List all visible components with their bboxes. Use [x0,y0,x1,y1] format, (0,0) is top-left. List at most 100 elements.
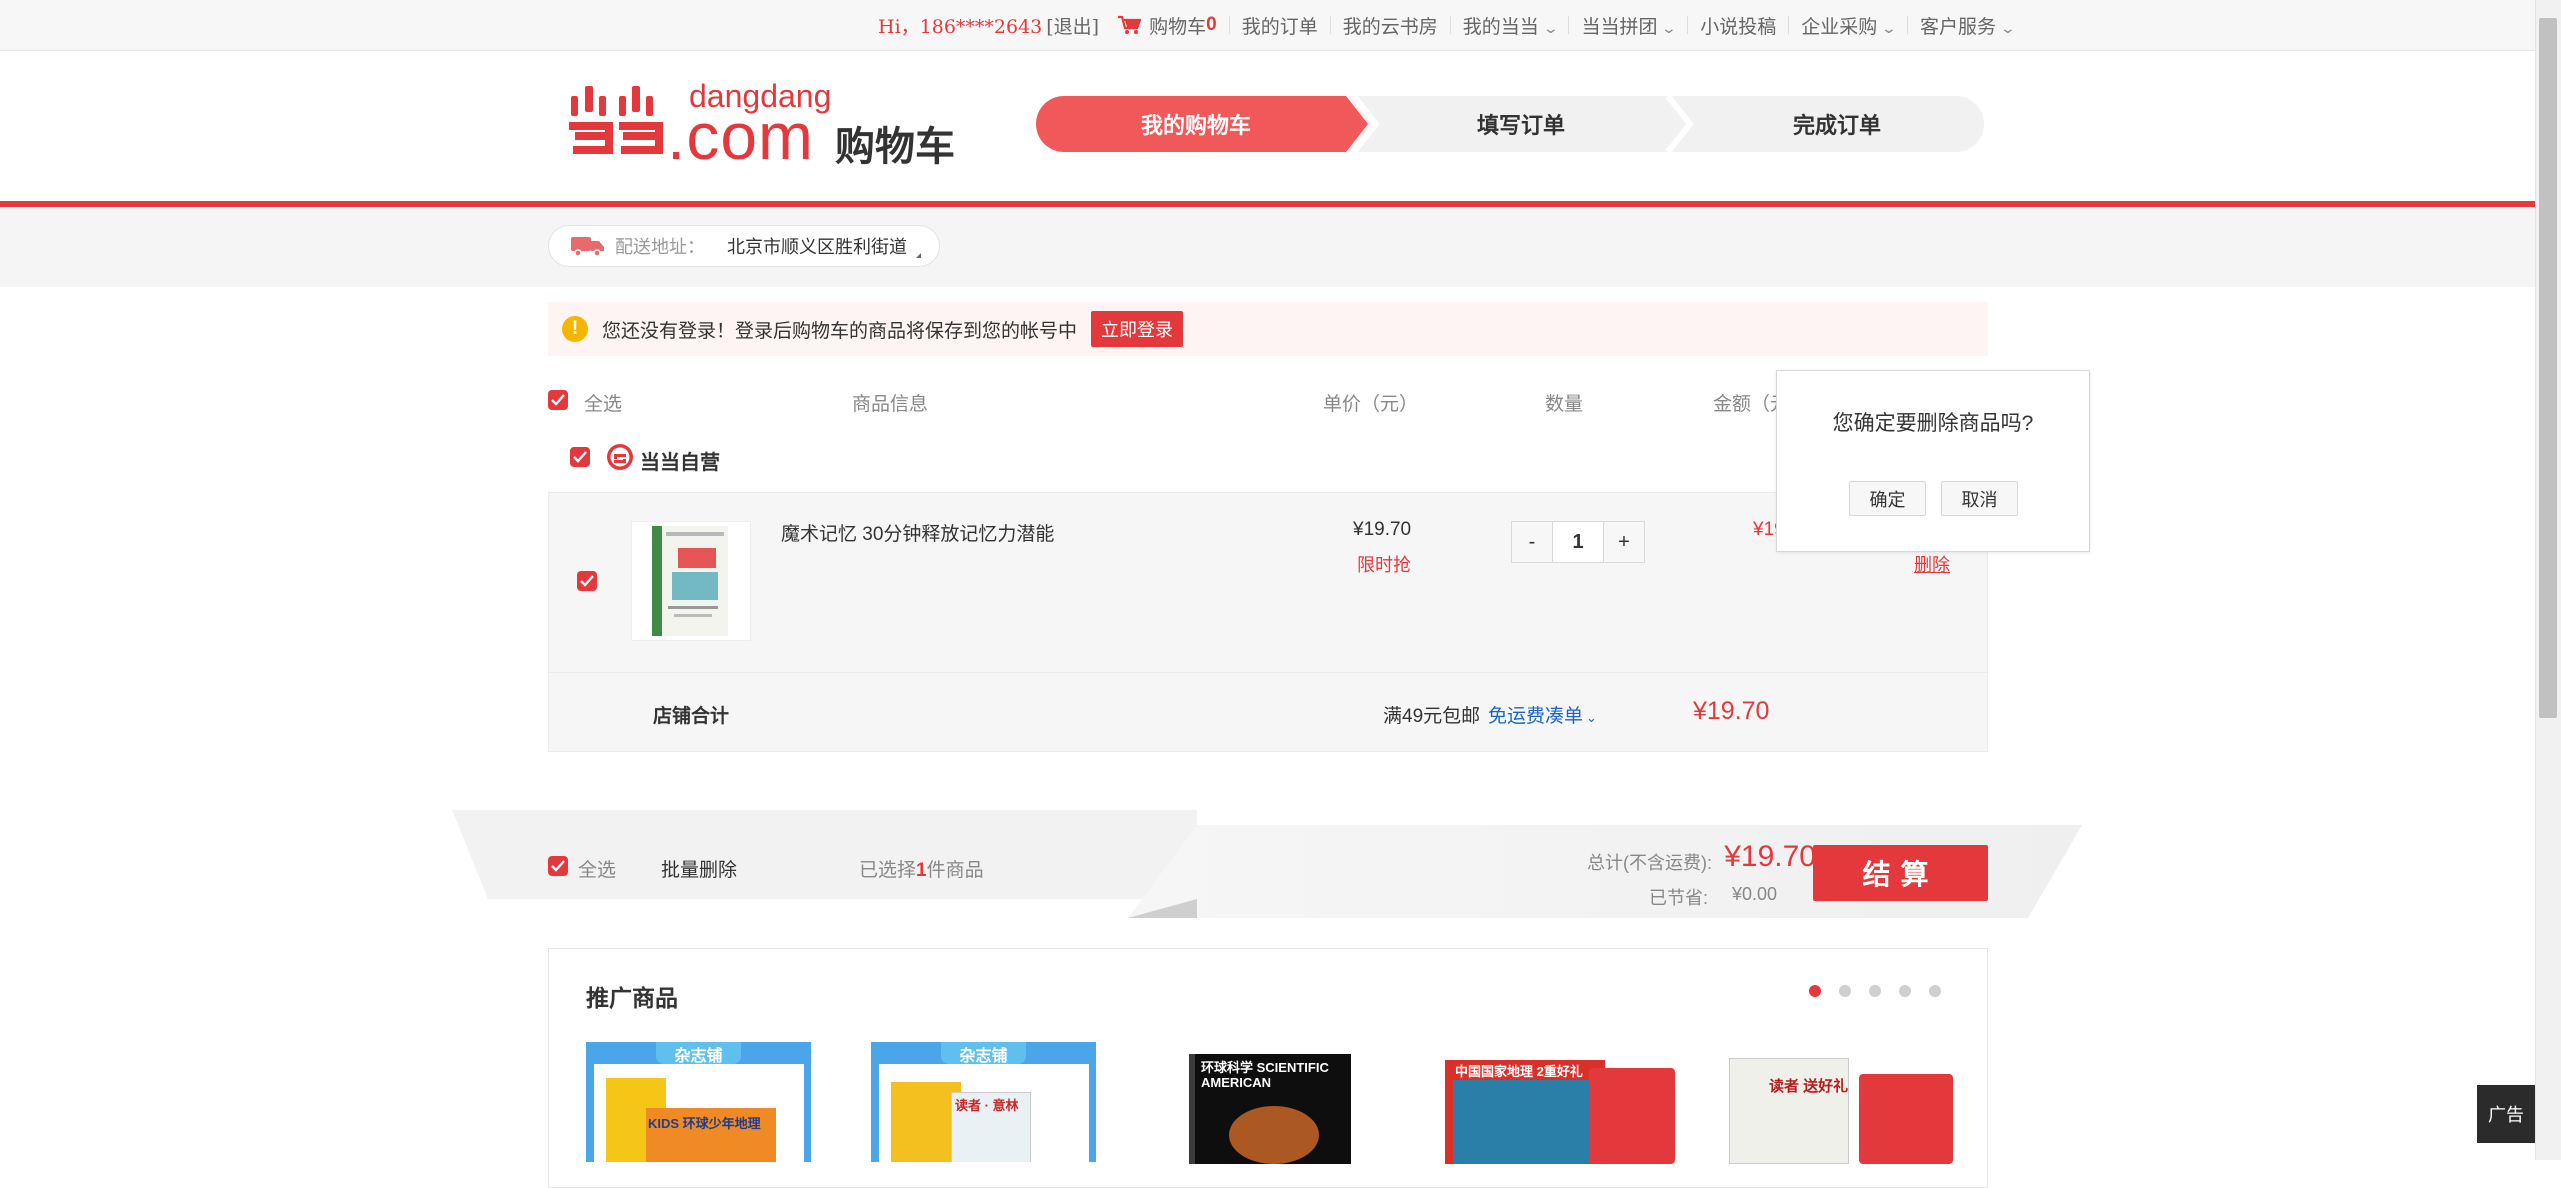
item-thumbnail[interactable] [631,521,751,641]
add-on-items-link[interactable]: 免运费凑单 ⌄ [1488,701,1597,728]
col-quantity: 数量 [1545,394,1584,415]
magazine-spine [1189,1054,1195,1164]
decrease-qty-button[interactable]: - [1511,521,1553,563]
selected-count: 1 [916,860,927,881]
ad-badge[interactable]: 广告 [2477,1085,2535,1143]
cart-label: 购物车 [1149,16,1207,38]
cart-item-row: 魔术记忆 30分钟释放记忆力潜能 ¥19.70 限时抢 - 1 + ¥19.70… [548,492,1988,672]
step-my-cart: 我的购物车 [1140,113,1251,138]
col-unit-price: 单价（元） [1323,394,1419,415]
free-shipping-text: 满49元包邮 [1383,706,1481,727]
promo-cover-text: 中国国家地理 2重好礼 [1455,1064,1583,1079]
top-nav-bar: Hi，186****2643 [退出] 购物车 0 我的订单 我的云书房 我的当当… [0,0,2535,51]
promo-product-2[interactable]: 杂志铺 读者 · 意林 [871,1042,1096,1162]
promo-cover-text: 读者 送好礼 [1769,1078,1849,1095]
cart-icon [1118,15,1142,34]
promo-product-5[interactable]: 读者 送好礼 [1729,1054,1959,1164]
enterprise-menu[interactable]: 企业采购 ⌄ [1801,12,1898,39]
cart-link[interactable]: 购物车 0 [1117,12,1217,39]
my-dangdang-menu[interactable]: 我的当当 ⌄ [1462,12,1559,39]
chevron-down-icon: ⌄ [1542,19,1559,36]
delete-confirm-message: 您确定要删除商品吗? [1832,412,2034,435]
book-cover-image [652,526,728,636]
promo-product-4[interactable]: 中国国家地理 2重好礼 [1445,1054,1675,1164]
my-orders-link[interactable]: 我的订单 [1242,12,1318,39]
item-unit-price: ¥19.70 [1353,519,1412,540]
quantity-input[interactable]: 1 [1553,521,1603,563]
promoted-products-title: 推广商品 [586,985,678,1011]
dangdang-logo[interactable]: dangdang .com 购物车 [567,76,967,173]
login-notice-text: 您还没有登录！登录后购物车的商品将保存到您的帐号中 [602,320,1078,342]
item-checkbox[interactable] [577,571,597,591]
check-icon [551,860,565,872]
address-band [0,207,2535,287]
nav-divider [1228,16,1230,34]
shop-checkbox[interactable] [570,447,590,467]
saved-amount: ¥0.00 [1732,884,1778,904]
cover-graphic [1229,1106,1319,1164]
logout-link[interactable]: [退出] [1046,12,1099,39]
carousel-dot-3[interactable] [1869,985,1881,997]
shop-total-row: 店铺合计 满49元包邮 免运费凑单 ⌄ ¥19.70 [548,672,1988,752]
group-buy-label: 当当拼团 [1581,16,1658,38]
selected-suffix: 件商品 [926,860,984,881]
dangdang-logo-mark [569,86,663,154]
novel-submit-link[interactable]: 小说投稿 [1700,12,1776,39]
nav-divider [1568,16,1570,34]
carousel-dot-5[interactable] [1929,985,1941,997]
user-greeting[interactable]: Hi，186****2643 [878,12,1042,39]
step-fill-order: 填写订单 [1476,113,1565,138]
promo-product-3[interactable]: 环球科学 SCIENTIFIC AMERICAN [1189,1054,1351,1164]
chevron-down-icon: ⌄ [1999,19,2017,36]
col-product-info: 商品信息 [852,394,929,415]
step-complete-order: 完成订单 [1792,113,1881,138]
dropdown-corner-icon [916,253,921,258]
group-buy-menu[interactable]: 当当拼团 ⌄ [1581,12,1677,39]
promo-tag: 杂志铺 [656,1042,741,1065]
cancel-delete-button[interactable]: 取消 [1941,481,2018,516]
login-notice: ! 您还没有登录！登录后购物车的商品将保存到您的帐号中 立即登录 [548,302,1988,356]
cart-count: 0 [1206,14,1217,35]
magazine-cover [1729,1058,1849,1164]
top-nav-links: Hi，186****2643 [退出] 购物车 0 我的订单 我的云书房 我的当当… [878,0,2017,50]
customer-service-menu[interactable]: 客户服务 ⌄ [1920,12,2017,39]
promo-cover-text: 环球科学 SCIENTIFIC AMERICAN [1201,1060,1329,1090]
cloud-bookroom-link[interactable]: 我的云书房 [1343,12,1438,39]
nav-divider [1906,16,1908,34]
my-dangdang-label: 我的当当 [1462,16,1539,38]
logo-com: .com [667,99,815,173]
check-icon [573,451,587,463]
saved-label: 已节省: [1648,888,1708,908]
selected-count-text: 已选择1件商品 [859,855,984,882]
login-now-button[interactable]: 立即登录 [1091,311,1184,347]
promo-product-1[interactable]: 杂志铺 KIDS 环球少年地理 [586,1042,811,1162]
checkout-button[interactable]: 结算 [1813,845,1988,901]
shop-row: 当当自营 [548,437,1988,493]
nav-divider [1687,16,1689,34]
delete-item-link[interactable]: 删除 [1914,551,1950,577]
carousel-dot-1[interactable] [1809,985,1821,997]
shop-total-amount: ¥19.70 [1693,697,1770,725]
scrollbar-thumb[interactable] [2539,18,2557,718]
select-all-checkbox[interactable] [548,390,568,410]
check-icon [551,394,565,406]
footer-select-all-checkbox[interactable] [548,856,568,876]
chevron-down-icon: ⌄ [1880,19,1898,36]
nav-divider [1329,16,1331,34]
check-icon [580,575,594,587]
logo-cart-title: 购物车 [835,125,955,169]
carousel-dot-4[interactable] [1899,985,1911,997]
warning-icon: ! [562,316,588,342]
increase-qty-button[interactable]: + [1603,521,1645,563]
delivery-address-selector[interactable]: 配送地址： 北京市顺义区胜利街道 [548,225,940,267]
cart-table-header: 全选 商品信息 单价（元） 数量 金额（元） [548,380,1988,420]
confirm-delete-button[interactable]: 确定 [1849,481,1926,516]
shop-name[interactable]: 当当自营 [640,446,720,475]
checkout-progress: 我的购物车 填写订单 完成订单 [1036,96,1988,152]
footer-select-all-label: 全选 [578,860,617,881]
carousel-dot-2[interactable] [1839,985,1851,997]
batch-delete-button[interactable]: 批量删除 [661,855,737,882]
item-title[interactable]: 魔术记忆 30分钟释放记忆力潜能 [781,519,1054,546]
shop-total-label: 店铺合计 [653,706,730,727]
magazine-cover [1453,1080,1593,1164]
